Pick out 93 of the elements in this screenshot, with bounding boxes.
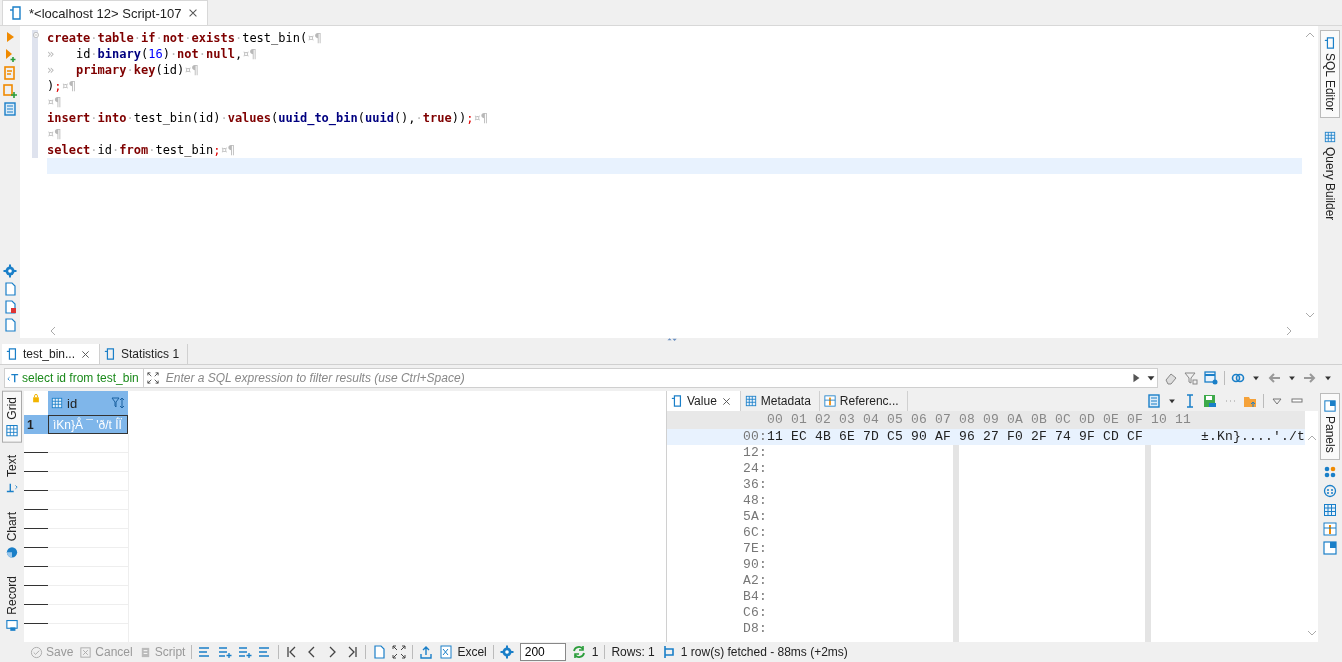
panels-icon[interactable] [1323,541,1337,556]
close-icon[interactable] [80,348,92,360]
query-text-button[interactable]: select id from test_bin [4,368,144,389]
editor-icon [1324,37,1336,49]
status-message: 1 row(s) fetched - 88ms (+2ms) [680,645,848,660]
offset-label: 36: [742,477,767,494]
text-icon [6,482,18,495]
offset-label: 00: [742,429,767,446]
refresh-count: 1 [591,645,599,660]
code-line: create·table·if·not·exists·test_bin(¤¶ [47,30,323,46]
code-line: » primary·key(id)¤¶ [47,62,200,78]
offset-label: 12: [742,445,767,462]
expand-icon[interactable] [146,372,159,385]
offset-label: 6C: [742,525,767,542]
ascii-text: ±.Kn}....'./t [1201,429,1306,445]
bar-chart-icon[interactable] [1323,522,1337,537]
view-tab[interactable]: Text [2,449,22,501]
document-icon[interactable] [3,300,17,315]
script-tab-icon [9,6,23,20]
offset-label: C6: [742,605,767,622]
add-row-icon[interactable] [218,645,233,660]
record-icon [6,620,18,633]
table-cell: ìKn}Å ¯ 'ð/t ÍÏ [48,415,128,435]
document-icon[interactable] [3,318,17,333]
refresh-icon[interactable] [571,645,586,660]
code-line: ¤¶ [47,126,63,142]
metadata-icon [744,395,757,408]
eraser-icon[interactable] [1164,371,1178,386]
builder-icon [1324,131,1336,144]
export-icon[interactable] [419,645,434,660]
copy-row-icon[interactable] [238,645,253,660]
offset-label: 7E: [742,541,767,558]
offset-label: 48: [742,493,767,510]
side-tab[interactable]: Query Builder [1320,124,1340,228]
notebook-icon[interactable] [3,102,17,116]
offset-label: A2: [742,573,767,590]
script-add-icon[interactable] [3,84,17,98]
gear-icon[interactable] [499,645,514,660]
references-icon [823,395,836,408]
code-line: » id·binary(16)·not·null,¤¶ [47,46,258,62]
document-icon[interactable] [3,282,17,297]
fold-icon[interactable] [32,31,40,39]
code-line: insert·into·test_bin(id)·values(uuid_to_bin(uuid(),·true));¤¶ [47,110,489,126]
grid-icon [6,425,18,437]
editor-tab[interactable]: *<localhost 12> Script-107 [2,0,209,25]
focus-icon[interactable] [392,645,407,660]
folder-icon[interactable] [1243,394,1257,409]
apply-filter-icon[interactable] [1130,372,1142,385]
text-icon [7,372,19,385]
offset-label: 5A: [742,509,767,526]
panel-tab[interactable]: Value [667,391,741,412]
row-number: 1 [24,415,48,435]
result-tab[interactable]: test_bin... [2,344,101,365]
check-circle-icon [30,645,43,659]
hex-header: 00 01 02 03 04 05 06 07 08 09 0A 0B 0C 0D 0E 0F 10 11 [767,412,1192,429]
sort-filter-icon[interactable] [111,396,125,411]
column-header[interactable]: id [48,391,128,416]
row-count: Rows: 1 [611,645,655,660]
result-tab[interactable]: Statistics 1 [100,344,189,365]
pie-chart-icon [6,546,18,559]
script-run-icon[interactable] [3,66,17,80]
offset-label: D8: [742,621,767,638]
offset-label: 90: [742,557,767,574]
column-icon [51,397,63,410]
offset-label: 24: [742,461,767,478]
column-title: id [67,395,79,411]
view-tab[interactable]: Record [2,570,22,639]
view-tab[interactable]: Chart [2,506,22,565]
gear-icon[interactable] [3,264,17,279]
table-settings-icon[interactable] [1204,371,1218,386]
code-line: ¤¶ [47,94,63,110]
side-tab[interactable]: SQL Editor [1320,30,1340,119]
excel-icon [439,645,454,660]
view-tab[interactable]: Grid [2,391,22,443]
code-line: );¤¶ [47,78,77,94]
hex-bytes: 96 27 F0 2F 74 9F CD CF [959,429,1144,445]
fetch-size-field[interactable]: 200 [519,643,566,662]
code-line: select·id·from·test_bin;¤¶ [47,142,236,158]
export-button[interactable]: Excel [439,645,487,660]
dots-grid-icon[interactable] [1323,465,1337,480]
ring-icon[interactable] [1323,484,1337,499]
cancel-icon [79,645,93,659]
hex-bytes: 11 EC 4B 6E 7D C5 90 AF [767,429,952,445]
close-icon[interactable] [720,395,732,407]
offset-label: B4: [742,589,767,606]
book-icon[interactable] [1147,394,1161,409]
run-add-icon[interactable] [3,48,17,62]
panels-icon [1324,400,1336,413]
filter-icon[interactable] [1184,371,1198,386]
panels-tab[interactable]: Panels [1320,393,1340,461]
save-icon[interactable] [1203,394,1217,409]
value-icon [671,395,683,408]
lock-icon [31,393,41,404]
